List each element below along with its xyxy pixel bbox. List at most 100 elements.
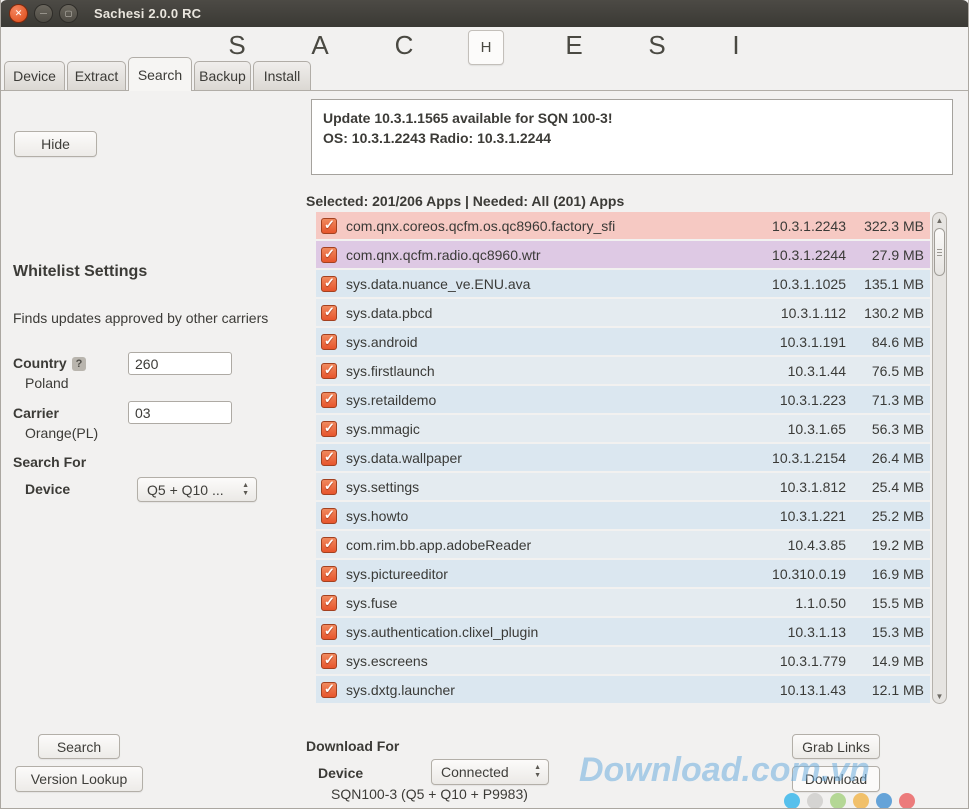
minimize-icon[interactable]: — (34, 4, 53, 23)
grab-links-button[interactable]: Grab Links (792, 734, 880, 759)
logo-letter-h: H (481, 39, 492, 56)
device-select-value: Q5 + Q10 ... (147, 482, 224, 498)
app-version: 10.3.1.779 (741, 653, 846, 669)
app-size: 71.3 MB (846, 392, 924, 408)
app-checkbox-checked-icon[interactable] (321, 450, 337, 466)
app-name: sys.escreens (346, 653, 741, 669)
app-row[interactable]: sys.retaildemo 10.3.1.223 71.3 MB (316, 386, 930, 413)
app-row[interactable]: sys.dxtg.launcher 10.13.1.43 12.1 MB (316, 676, 930, 703)
update-info-box: Update 10.3.1.1565 available for SQN 100… (311, 99, 953, 175)
download-button[interactable]: Download (792, 766, 880, 792)
app-checkbox-checked-icon[interactable] (321, 218, 337, 234)
app-checkbox-checked-icon[interactable] (321, 566, 337, 582)
app-row[interactable]: sys.firstlaunch 10.3.1.44 76.5 MB (316, 357, 930, 384)
logo-letter-c: C (395, 30, 414, 61)
app-size: 15.5 MB (846, 595, 924, 611)
app-size: 19.2 MB (846, 537, 924, 553)
app-checkbox-checked-icon[interactable] (321, 363, 337, 379)
app-checkbox-checked-icon[interactable] (321, 479, 337, 495)
app-name: sys.firstlaunch (346, 363, 741, 379)
app-checkbox-checked-icon[interactable] (321, 653, 337, 669)
window-title: Sachesi 2.0.0 RC (94, 6, 201, 21)
app-checkbox-checked-icon[interactable] (321, 682, 337, 698)
app-checkbox-checked-icon[interactable] (321, 247, 337, 263)
download-device-select-value: Connected (441, 764, 509, 780)
search-button[interactable]: Search (38, 734, 120, 759)
app-size: 12.1 MB (846, 682, 924, 698)
app-name: com.qnx.coreos.qcfm.os.qc8960.factory_sf… (346, 218, 741, 234)
help-icon[interactable]: ? (72, 357, 87, 371)
app-size: 14.9 MB (846, 653, 924, 669)
app-row[interactable]: sys.data.pbcd 10.3.1.112 130.2 MB (316, 299, 930, 326)
app-name: com.rim.bb.app.adobeReader (346, 537, 741, 553)
app-row[interactable]: com.qnx.coreos.qcfm.os.qc8960.factory_sf… (316, 212, 930, 239)
app-checkbox-checked-icon[interactable] (321, 334, 337, 350)
app-list-scrollbar[interactable]: ▲ ▼ (932, 212, 947, 704)
app-name: sys.android (346, 334, 741, 350)
app-version: 10.13.1.43 (741, 682, 846, 698)
whitelist-description: Finds updates approved by other carriers (13, 310, 268, 326)
app-name: sys.dxtg.launcher (346, 682, 741, 698)
app-row[interactable]: com.rim.bb.app.adobeReader 10.4.3.85 19.… (316, 531, 930, 558)
scrollbar-thumb[interactable] (934, 228, 945, 276)
tab-search[interactable]: Search (128, 57, 192, 91)
hide-button[interactable]: Hide (14, 131, 97, 157)
app-row[interactable]: sys.fuse 1.1.0.50 15.5 MB (316, 589, 930, 616)
app-version: 10.3.1.191 (741, 334, 846, 350)
update-line2: OS: 10.3.1.2243 Radio: 10.3.1.2244 (323, 128, 941, 148)
app-row[interactable]: sys.pictureeditor 10.310.0.19 16.9 MB (316, 560, 930, 587)
app-row[interactable]: sys.authentication.clixel_plugin 10.3.1.… (316, 618, 930, 645)
country-label: Country? (13, 355, 86, 371)
device-select[interactable]: Q5 + Q10 ... ▲▼ (137, 477, 257, 502)
watermark-dot (899, 793, 915, 809)
app-row[interactable]: sys.settings 10.3.1.812 25.4 MB (316, 473, 930, 500)
app-version: 10.310.0.19 (741, 566, 846, 582)
close-icon[interactable]: ✕ (9, 4, 28, 23)
app-row[interactable]: sys.mmagic 10.3.1.65 56.3 MB (316, 415, 930, 442)
app-row[interactable]: sys.howto 10.3.1.221 25.2 MB (316, 502, 930, 529)
app-version: 10.3.1.112 (741, 305, 846, 321)
whitelist-settings-heading: Whitelist Settings (13, 263, 147, 281)
app-name: sys.retaildemo (346, 392, 741, 408)
app-name: sys.authentication.clixel_plugin (346, 624, 741, 640)
app-version: 10.3.1.2154 (741, 450, 846, 466)
app-checkbox-checked-icon[interactable] (321, 305, 337, 321)
country-input[interactable] (128, 352, 232, 375)
app-row[interactable]: sys.escreens 10.3.1.779 14.9 MB (316, 647, 930, 674)
app-checkbox-checked-icon[interactable] (321, 276, 337, 292)
app-row[interactable]: sys.android 10.3.1.191 84.6 MB (316, 328, 930, 355)
app-name: sys.fuse (346, 595, 741, 611)
app-checkbox-checked-icon[interactable] (321, 595, 337, 611)
scroll-down-icon[interactable]: ▼ (933, 689, 946, 703)
app-size: 27.9 MB (846, 247, 924, 263)
app-size: 76.5 MB (846, 363, 924, 379)
logo-letter-i: I (732, 30, 739, 61)
app-version: 10.3.1.812 (741, 479, 846, 495)
app-size: 26.4 MB (846, 450, 924, 466)
scroll-up-icon[interactable]: ▲ (933, 213, 946, 227)
app-checkbox-checked-icon[interactable] (321, 508, 337, 524)
app-checkbox-checked-icon[interactable] (321, 421, 337, 437)
sachesi-window: ✕ — ▢ Sachesi 2.0.0 RC S A C H E S I Dev… (0, 0, 969, 809)
download-device-select[interactable]: Connected ▲▼ (431, 759, 549, 785)
tab-device[interactable]: Device (4, 61, 65, 90)
version-lookup-button[interactable]: Version Lookup (15, 766, 143, 792)
logo-letter-h-button[interactable]: H (468, 30, 504, 65)
watermark-dot (853, 793, 869, 809)
carrier-input[interactable] (128, 401, 232, 424)
app-checkbox-checked-icon[interactable] (321, 537, 337, 553)
tab-install[interactable]: Install (253, 61, 311, 90)
app-version: 10.3.1.2243 (741, 218, 846, 234)
app-row[interactable]: com.qnx.qcfm.radio.qc8960.wtr 10.3.1.224… (316, 241, 930, 268)
spinner-arrows-icon: ▲▼ (242, 478, 249, 501)
download-device-label: Device (318, 765, 363, 781)
app-name: sys.data.nuance_ve.ENU.ava (346, 276, 741, 292)
app-row[interactable]: sys.data.wallpaper 10.3.1.2154 26.4 MB (316, 444, 930, 471)
app-row[interactable]: sys.data.nuance_ve.ENU.ava 10.3.1.1025 1… (316, 270, 930, 297)
maximize-icon[interactable]: ▢ (59, 4, 78, 23)
tab-backup[interactable]: Backup (194, 61, 251, 90)
app-checkbox-checked-icon[interactable] (321, 392, 337, 408)
tab-extract[interactable]: Extract (67, 61, 126, 90)
app-size: 84.6 MB (846, 334, 924, 350)
app-checkbox-checked-icon[interactable] (321, 624, 337, 640)
